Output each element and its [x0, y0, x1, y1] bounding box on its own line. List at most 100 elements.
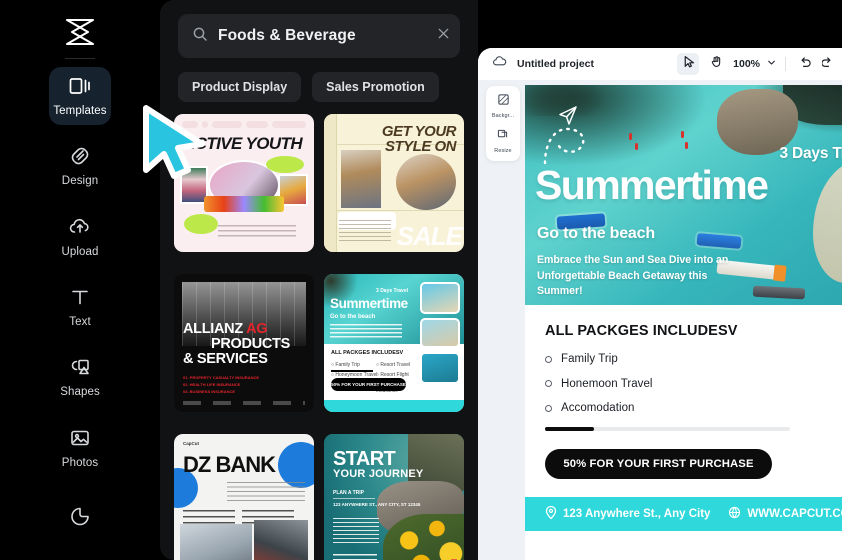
template-card[interactable]: 3 Days Travel Summertime Go to the beach…	[324, 274, 464, 412]
template-bullets: 01. PROPERTY CASUALTY INSURANCE 02. HEAL…	[183, 375, 260, 394]
background-button[interactable]: Backgr...	[492, 93, 514, 119]
sidebar-item-label: Design	[61, 175, 99, 188]
toolbar-divider	[785, 57, 786, 71]
chip-sales-promotion[interactable]: Sales Promotion	[312, 72, 439, 102]
template-section: ALL PACKGES INCLUDESV ○ Family Trip ○ Ho…	[324, 344, 416, 398]
select-tool[interactable]	[677, 53, 700, 75]
template-badge	[184, 214, 218, 234]
footer-address[interactable]: 123 Anywhere St., Any City	[545, 505, 710, 523]
template-meta	[183, 510, 235, 524]
shapes-icon	[68, 356, 92, 383]
background-icon	[497, 93, 510, 111]
packages-heading[interactable]: ALL PACKGES INCLUDESV	[545, 323, 842, 339]
template-photo	[396, 154, 456, 210]
template-title: Summertime	[330, 296, 408, 311]
template-title: ACTIVE YOUTH	[183, 134, 303, 153]
stickers-icon	[68, 505, 92, 532]
template-photo	[420, 318, 460, 348]
template-card[interactable]: ALLIANZ AG PRODUCTS & SERVICES 01. PROPE…	[174, 274, 314, 412]
hero-description[interactable]: Embrace the Sun and Sea Dive into an Unf…	[537, 253, 737, 300]
template-photo	[204, 196, 284, 212]
search-section	[160, 0, 478, 58]
project-title[interactable]: Untitled project	[517, 58, 594, 70]
template-photo	[180, 524, 252, 560]
template-card[interactable]: GET YOUR STYLE ON SALE	[324, 114, 464, 252]
cta-button[interactable]: 50% FOR YOUR FIRST PURCHASE	[545, 448, 772, 479]
template-topbar	[182, 120, 306, 128]
bullet-ring-icon	[545, 380, 552, 387]
template-card[interactable]: CapCut DZ BANK	[174, 434, 314, 560]
capcut-logo-icon[interactable]	[56, 12, 104, 52]
upload-cloud-icon	[68, 216, 92, 243]
sidebar-item-label: Shapes	[60, 386, 100, 399]
list-item-label: Accomodation	[561, 402, 635, 414]
location-pin-icon	[545, 505, 557, 523]
hero-title[interactable]: Summertime	[535, 163, 769, 207]
progress-fill	[545, 426, 594, 431]
design-canvas[interactable]: 3 Days Travel Summertime Go to the beach…	[525, 85, 842, 560]
zoom-level[interactable]: 100%	[733, 58, 760, 70]
resize-icon	[496, 128, 509, 146]
hand-icon	[710, 55, 723, 73]
template-photo	[420, 352, 460, 384]
template-subtitle: Go to the beach	[330, 314, 376, 320]
resize-button[interactable]: Resize	[494, 128, 512, 154]
hero-subtitle[interactable]: Go to the beach	[537, 225, 655, 243]
canvas-tool-rail: Backgr... Resize	[486, 86, 520, 161]
template-footer	[324, 400, 464, 412]
template-subtitle: YOUR JOURNEY	[333, 468, 424, 480]
chip-product-display[interactable]: Product Display	[178, 72, 302, 102]
app-root: Templates Design Upload Text Shapes Phot…	[0, 0, 842, 560]
hero-banner[interactable]: 3 Days Travel Summertime Go to the beach…	[525, 85, 842, 305]
template-title: ALLIANZ AG PRODUCTS & SERVICES	[183, 321, 290, 367]
template-progress	[331, 370, 373, 372]
editor-window: Untitled project 100% Backgr... Resize 3…	[478, 48, 842, 560]
sidebar-item-label: Text	[69, 316, 91, 328]
sandbar-decoration	[812, 159, 842, 283]
template-photo	[341, 150, 381, 208]
redo-button[interactable]	[822, 53, 832, 75]
sidebar-item-label: Upload	[61, 245, 99, 258]
sidebar-item-upload[interactable]: Upload	[49, 208, 111, 266]
sidebar-item-templates[interactable]: Templates	[49, 66, 111, 126]
template-body-text	[333, 518, 379, 544]
globe-icon	[728, 506, 741, 522]
dotted-path-decoration	[543, 123, 603, 165]
template-card[interactable]: ACTIVE YOUTH	[174, 114, 314, 252]
template-footer	[333, 554, 377, 560]
sidebar-item-shapes[interactable]: Shapes	[49, 349, 111, 407]
close-icon[interactable]	[436, 26, 451, 46]
background-label: Backgr...	[491, 113, 515, 119]
list-item-label: Family Trip	[561, 353, 618, 365]
left-sidebar: Templates Design Upload Text Shapes Phot…	[0, 0, 160, 560]
template-body-text	[227, 482, 305, 504]
photos-icon	[68, 427, 92, 454]
list-item[interactable]: Accomodation	[545, 402, 842, 414]
list-item[interactable]: Honemoon Travel	[545, 378, 842, 390]
packages-section: ALL PACKGES INCLUDESV Family Trip Honemo…	[525, 305, 842, 497]
sidebar-item-stickers[interactable]	[49, 489, 111, 547]
bullet-ring-icon	[545, 404, 552, 412]
chevron-down-icon[interactable]	[766, 55, 777, 73]
progress-bar[interactable]	[545, 426, 790, 431]
hand-tool[interactable]	[705, 53, 727, 75]
template-title: DZ BANK	[183, 452, 276, 477]
template-corner-text: SALE	[396, 221, 463, 251]
resize-label: Resize	[494, 148, 512, 154]
text-icon	[68, 286, 92, 313]
sidebar-item-photos[interactable]: Photos	[49, 419, 111, 477]
template-body-text	[339, 220, 391, 242]
undo-button[interactable]	[794, 53, 816, 75]
cursor-icon	[682, 55, 695, 73]
template-body-text	[218, 225, 296, 240]
footer-website[interactable]: WWW.CAPCUT.CO	[728, 506, 842, 522]
category-chips: Product Display Sales Promotion	[160, 58, 478, 114]
list-item[interactable]: Family Trip	[545, 353, 842, 365]
template-card[interactable]: START YOUR JOURNEY PLAN A TRIP 123 ANYWH…	[324, 434, 464, 560]
template-photo	[254, 520, 308, 560]
search-input[interactable]	[218, 27, 426, 45]
hero-kicker[interactable]: 3 Days Travel	[779, 145, 842, 163]
sidebar-item-design[interactable]: Design	[49, 137, 111, 195]
search-box[interactable]	[178, 14, 460, 58]
sidebar-item-text[interactable]: Text	[49, 278, 111, 336]
